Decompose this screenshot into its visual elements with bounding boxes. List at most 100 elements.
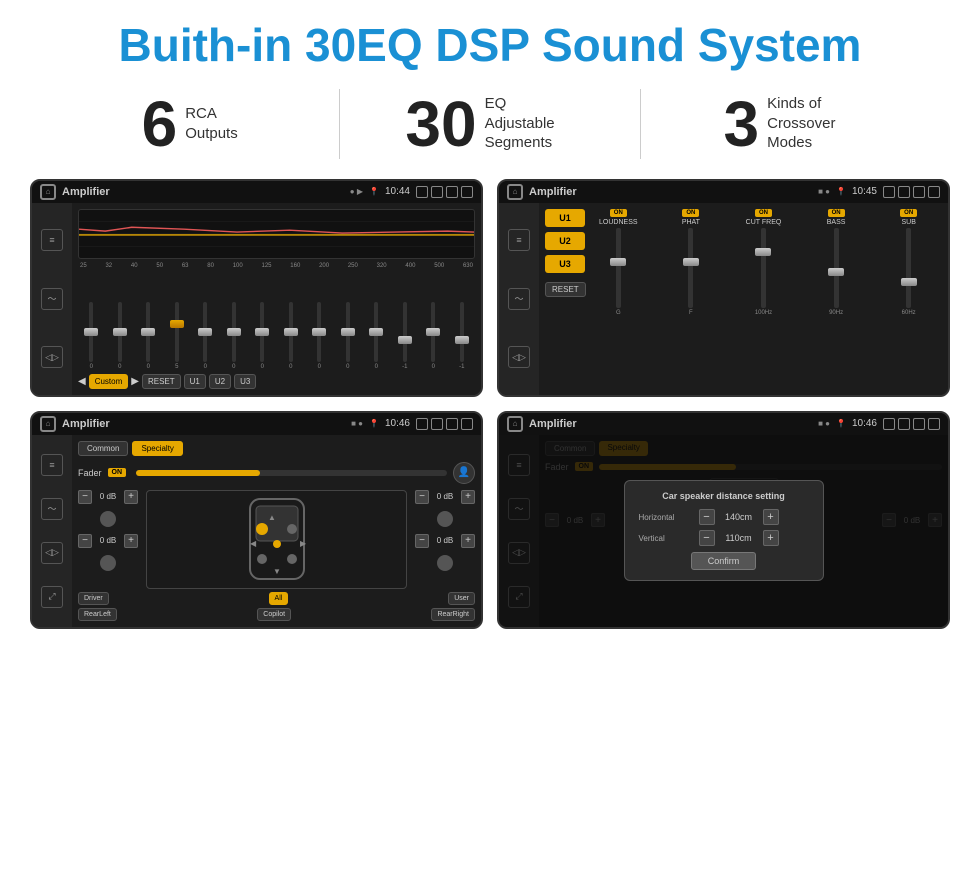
dialog-horizontal-row: Horizontal − 140cm +	[639, 509, 809, 525]
eq-freq-labels: 253240506380100125160200250320400500630	[78, 263, 475, 269]
fader-row: Fader ON 👤	[78, 462, 475, 484]
all-btn[interactable]: All	[269, 592, 289, 605]
confirm-btn[interactable]: Confirm	[691, 552, 757, 570]
eq-graph	[78, 209, 475, 259]
eq-wave-icon: 〜	[41, 288, 63, 310]
distance-icon-4	[928, 418, 940, 430]
crossover-app-name: Amplifier	[529, 186, 812, 198]
loudness-label: LOUDNESS	[599, 219, 638, 226]
db-minus-rr[interactable]: −	[415, 534, 429, 548]
eq-u2-btn[interactable]: U2	[209, 374, 231, 389]
user-btn[interactable]: User	[448, 592, 475, 605]
crossover-home-icon: ⌂	[507, 184, 523, 200]
volume-icon	[431, 186, 443, 198]
distance-content: ≡ 〜 ◁▷ ⤢ Common Specialty Fader ON	[499, 435, 948, 627]
rearleft-btn[interactable]: RearLeft	[78, 608, 117, 621]
speaker-tabs: Common Specialty	[78, 441, 475, 456]
eq-u3-btn[interactable]: U3	[234, 374, 256, 389]
speaker-main-area: Common Specialty Fader ON 👤	[72, 435, 481, 627]
sub-label: SUB	[901, 219, 915, 226]
speaker-tab-specialty[interactable]: Specialty	[132, 441, 182, 456]
db-minus-fr[interactable]: −	[415, 490, 429, 504]
u2-button[interactable]: U2	[545, 232, 585, 250]
db-row-fr: − 0 dB +	[415, 490, 475, 504]
crossover-col-phat: ON PHAT F	[658, 209, 725, 389]
crossover-icon-3	[913, 186, 925, 198]
eq-status-bar: ⌂ Amplifier ● ▶ 📍 10:44	[32, 181, 481, 203]
wifi-icon	[446, 186, 458, 198]
eq-next-arrow[interactable]: ▶	[131, 376, 139, 387]
speaker-icon-4	[461, 418, 473, 430]
db-plus-rl[interactable]: +	[124, 534, 138, 548]
eq-status-icons	[416, 186, 473, 198]
crossover-col-loudness: ON LOUDNESS G	[585, 209, 652, 389]
crossover-status-icons	[883, 186, 940, 198]
stat-number-rca: 6	[142, 92, 178, 156]
speaker-wave-icon: 〜	[41, 498, 63, 520]
crossover-content: ≡ 〜 ◁▷ U1 U2 U3 RESET ON LO	[499, 203, 948, 395]
db-minus-fl[interactable]: −	[78, 490, 92, 504]
svg-text:▲: ▲	[268, 513, 276, 522]
driver-btn[interactable]: Driver	[78, 592, 109, 605]
phat-on-badge: ON	[682, 209, 699, 217]
horizontal-minus-btn[interactable]: −	[699, 509, 715, 525]
eq-slider-3: 5	[164, 302, 191, 370]
eq-u1-btn[interactable]: U1	[184, 374, 206, 389]
eq-app-name: Amplifier	[62, 186, 344, 198]
loudness-on-badge: ON	[610, 209, 627, 217]
speaker-time: 10:46	[385, 418, 410, 429]
distance-app-name: Amplifier	[529, 418, 812, 430]
u3-button[interactable]: U3	[545, 255, 585, 273]
speaker-icon-1	[416, 418, 428, 430]
db-plus-fl[interactable]: +	[124, 490, 138, 504]
crossover-sliders-area: ON LOUDNESS G ON PHAT F	[585, 209, 942, 389]
page-wrapper: Buith-in 30EQ DSP Sound System 6 RCA Out…	[0, 0, 980, 649]
db-plus-rr[interactable]: +	[461, 534, 475, 548]
speaker-tab-common[interactable]: Common	[78, 441, 128, 456]
crossover-icon-4	[928, 186, 940, 198]
horizontal-plus-btn[interactable]: +	[763, 509, 779, 525]
u1-button[interactable]: U1	[545, 209, 585, 227]
stat-rca: 6 RCA Outputs	[50, 92, 329, 156]
eq-prev-arrow[interactable]: ◀	[78, 376, 86, 387]
horizontal-label: Horizontal	[639, 513, 694, 522]
rearright-btn[interactable]: RearRight	[431, 608, 475, 621]
db-val-rr: 0 dB	[432, 536, 458, 545]
eq-slider-13: -1	[449, 302, 476, 370]
back-icon	[461, 186, 473, 198]
eq-slider-5: 0	[221, 302, 248, 370]
distance-status-bar: ⌂ Amplifier ■ ● 📍 10:46	[499, 413, 948, 435]
db-row-rr: − 0 dB +	[415, 534, 475, 548]
screen-speaker: ⌂ Amplifier ■ ● 📍 10:46 ≡ 〜 ◁▷ ⤢	[30, 411, 483, 629]
screen-crossover: ⌂ Amplifier ■ ● 📍 10:45 ≡ 〜 ◁▷	[497, 179, 950, 397]
crossover-col-sub: ON SUB 60Hz	[875, 209, 942, 389]
eq-custom-btn[interactable]: Custom	[89, 374, 129, 389]
vertical-plus-btn[interactable]: +	[763, 530, 779, 546]
bass-label: BASS	[827, 219, 846, 226]
eq-slider-12: 0	[420, 302, 447, 370]
crossover-reset-btn[interactable]: RESET	[545, 282, 586, 297]
eq-slider-2: 0	[135, 302, 162, 370]
db-row-fl: − 0 dB +	[78, 490, 138, 504]
eq-slider-10: 0	[363, 302, 390, 370]
distance-dialog: Car speaker distance setting Horizontal …	[624, 480, 824, 581]
vertical-minus-btn[interactable]: −	[699, 530, 715, 546]
distance-dialog-overlay: Car speaker distance setting Horizontal …	[499, 435, 948, 627]
eq-main-area: 253240506380100125160200250320400500630 …	[72, 203, 481, 395]
speaker-content: ≡ 〜 ◁▷ ⤢ Common Specialty Fader ON	[32, 435, 481, 627]
cutfreq-on-badge: ON	[755, 209, 772, 217]
copilot-btn[interactable]: Copilot	[257, 608, 291, 621]
distance-time: 10:46	[852, 418, 877, 429]
speaker-dot-fl	[100, 511, 116, 527]
crossover-main-area: U1 U2 U3 RESET ON LOUDNESS G	[539, 203, 948, 395]
main-title: Buith-in 30EQ DSP Sound System	[30, 20, 950, 71]
eq-sliders-row: 0 0 0 5	[78, 273, 475, 370]
svg-text:◀: ◀	[250, 539, 257, 548]
stat-crossover: 3 Kinds of Crossover Modes	[651, 92, 930, 156]
db-minus-rl[interactable]: −	[78, 534, 92, 548]
dialog-title: Car speaker distance setting	[639, 491, 809, 501]
db-plus-fr[interactable]: +	[461, 490, 475, 504]
stat-divider-2	[640, 89, 641, 159]
eq-reset-btn[interactable]: RESET	[142, 374, 181, 389]
distance-icon-1	[883, 418, 895, 430]
